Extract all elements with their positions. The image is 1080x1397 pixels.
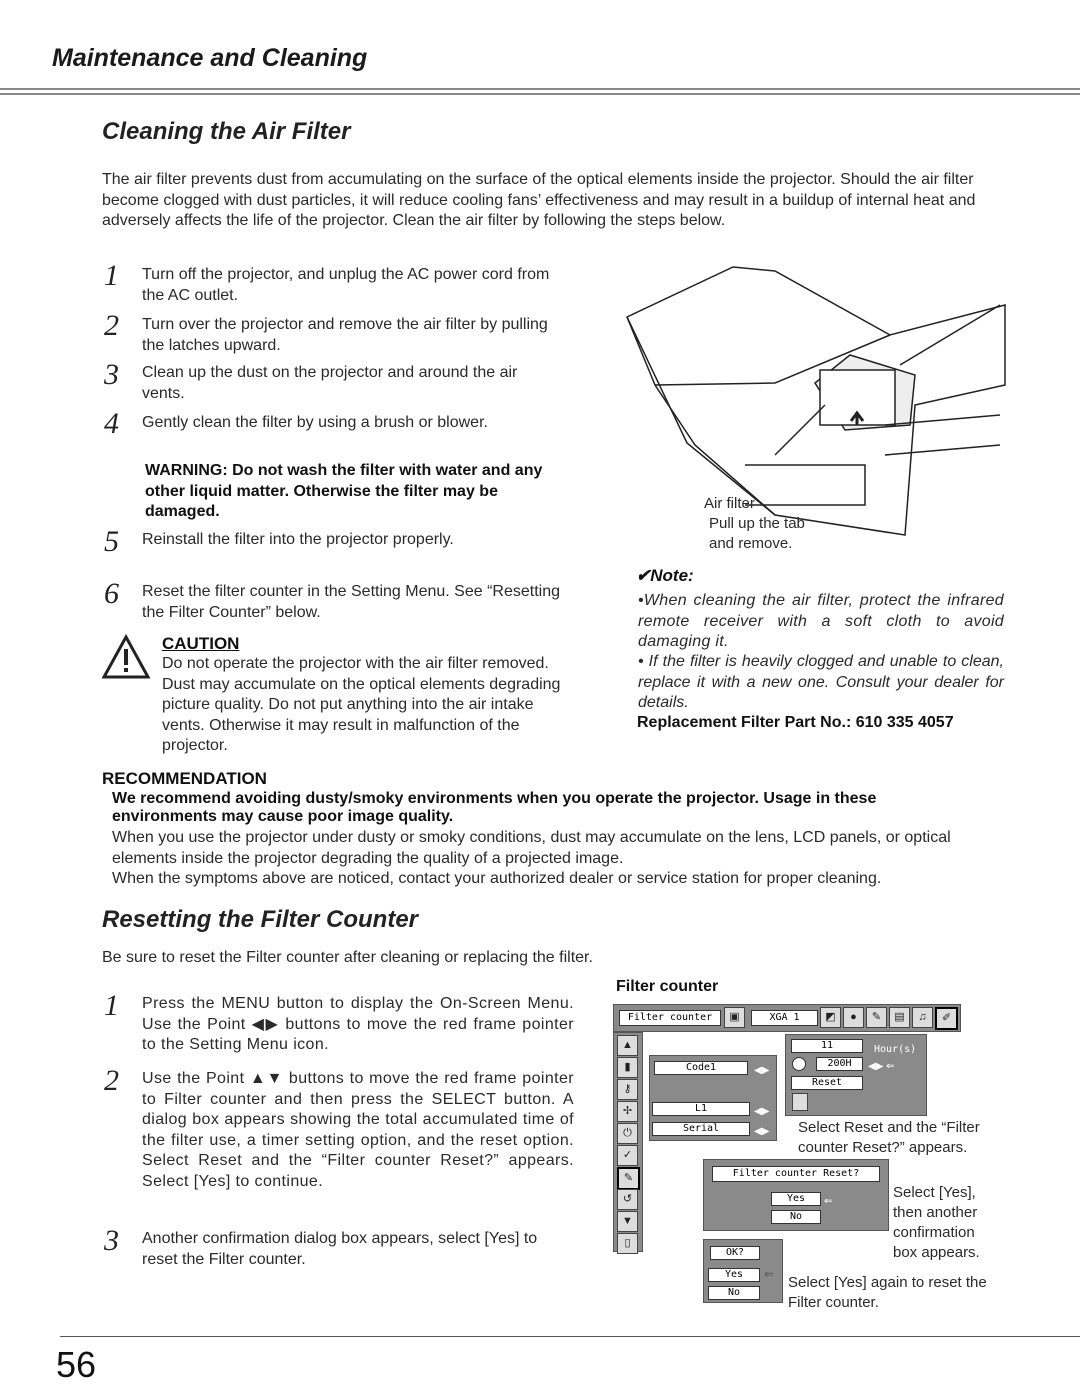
no-button[interactable]: No <box>771 1210 821 1224</box>
up-arrow-icon[interactable]: ▲ <box>617 1035 638 1056</box>
note-title: ✔Note: <box>636 566 694 585</box>
figure-label: and remove. <box>709 535 793 552</box>
warning-text: WARNING: Do not wash the filter with wat… <box>145 462 543 520</box>
step-text: Turn over the projector and remove the a… <box>142 316 548 354</box>
caption: Select Reset and the “Filter counter Res… <box>798 1119 980 1156</box>
menu-sidebar: ▲ ▮ ⚷ ✢ ⏻ ✓ ✎ ↺ ▼ ▯ <box>613 1032 643 1254</box>
step-number: 4 <box>104 407 119 440</box>
step-text: Use the Point ▲▼ buttons to move the red… <box>142 1070 574 1190</box>
remote-code[interactable]: Code1 <box>654 1061 748 1075</box>
step-number: 1 <box>104 259 119 292</box>
step-number: 5 <box>104 525 119 558</box>
pointer-arrow-icon: ⇐ <box>764 1267 775 1281</box>
pc-adjust-icon[interactable]: ◩ <box>820 1007 841 1028</box>
menu-title: Filter counter <box>619 1010 721 1026</box>
remote-icon[interactable]: ▮ <box>617 1057 638 1078</box>
manual-page: Maintenance and Cleaning Cleaning the Ai… <box>0 0 1080 1397</box>
image-icon[interactable]: ✎ <box>866 1007 887 1028</box>
reset-button[interactable]: Reset <box>791 1076 863 1090</box>
security-icon[interactable]: ✓ <box>617 1145 638 1166</box>
hours-used: 11 <box>791 1039 863 1053</box>
timer-setting[interactable]: 200H <box>816 1057 863 1071</box>
caption: Select [Yes] again to reset the Filter c… <box>788 1274 987 1311</box>
step-text: Clean up the dust on the projector and a… <box>142 364 518 402</box>
step-number: 1 <box>104 989 119 1022</box>
caution-title: CAUTION <box>162 634 240 653</box>
timer-icon <box>792 1057 806 1071</box>
heading-resetting-filter-counter: Resetting the Filter Counter <box>102 906 419 933</box>
divider <box>0 93 1080 95</box>
recommendation-bold: We recommend avoiding dusty/smoky enviro… <box>112 790 877 825</box>
projector-illustration <box>626 266 1006 536</box>
caution-text: Do not operate the projector with the ai… <box>162 655 561 754</box>
page-number: 56 <box>56 1344 97 1385</box>
figure-label: Air filter <box>704 495 755 512</box>
heading-cleaning-air-filter: Cleaning the Air Filter <box>102 118 351 145</box>
filter-counter-dialog: 11 Hour(s) 200H ◀▶ ⇐ Reset <box>785 1034 927 1116</box>
sound-icon[interactable]: ♫ <box>912 1007 933 1028</box>
left-right-arrow-icon: ◀▶ <box>754 1106 770 1117</box>
step-text: Reset the filter counter in the Setting … <box>142 583 561 621</box>
factory-default-icon[interactable]: ↺ <box>617 1189 638 1210</box>
confirm-message: Filter counter Reset? <box>712 1166 880 1182</box>
step-number: 3 <box>104 358 119 391</box>
replacement-part-number: Replacement Filter Part No.: 610 335 405… <box>637 714 954 731</box>
footer-divider <box>60 1336 1080 1337</box>
fan-icon[interactable]: ✢ <box>617 1101 638 1122</box>
exit-icon[interactable] <box>792 1093 808 1111</box>
serial-setting[interactable]: Serial <box>652 1122 750 1136</box>
step-number: 3 <box>104 1224 119 1257</box>
section-header: Maintenance and Cleaning <box>52 44 368 72</box>
step-text: Reinstall the filter into the projector … <box>142 531 454 548</box>
caption: Select [Yes], then another confirmation … <box>893 1184 980 1261</box>
screen-icon[interactable]: ▤ <box>889 1007 910 1028</box>
recommendation-text: When you use the projector under dusty o… <box>112 829 951 867</box>
note-text: •When cleaning the air filter, protect t… <box>638 592 1004 650</box>
divider <box>0 88 1080 90</box>
note-text: • If the filter is heavily clogged and u… <box>638 653 1004 711</box>
recommendation-text: When the symptoms above are noticed, con… <box>112 870 882 887</box>
down-arrow-icon[interactable]: ▼ <box>617 1211 638 1232</box>
step-text: Turn off the projector, and unplug the A… <box>142 266 550 304</box>
step-text: Press the MENU button to display the On-… <box>142 995 574 1053</box>
caution-icon <box>102 634 150 679</box>
intro-text: The air filter prevents dust from accumu… <box>102 171 976 229</box>
input-icon[interactable]: ▣ <box>724 1007 745 1028</box>
figure-title: Filter counter <box>616 978 719 995</box>
filter-counter-icon[interactable]: ✎ <box>617 1167 640 1190</box>
pointer-arrow-icon: ⇐ <box>824 1196 833 1207</box>
exit-icon[interactable]: ▯ <box>617 1233 638 1254</box>
yes-button[interactable]: Yes <box>771 1192 821 1206</box>
recommendation-title: RECOMMENDATION <box>102 769 267 788</box>
no-button[interactable]: No <box>708 1286 760 1300</box>
left-right-arrow-icon: ◀▶ <box>754 1126 770 1137</box>
menu-bar: Filter counter ▣ XGA 1 ◩ ● ✎ ▤ ♫ ✐ <box>613 1004 961 1032</box>
figure-label: Pull up the tab <box>709 515 805 532</box>
step-number: 6 <box>104 577 119 610</box>
step-text: Another confirmation dialog box appears,… <box>142 1230 538 1268</box>
reset-confirm-dialog: Filter counter Reset? Yes ⇐ No <box>703 1159 889 1231</box>
step-number: 2 <box>104 1064 119 1097</box>
left-right-arrow-icon: ◀▶ <box>754 1065 770 1076</box>
setting-icon[interactable]: ✐ <box>935 1007 958 1030</box>
key-icon[interactable]: ⚷ <box>617 1079 638 1100</box>
color-icon[interactable]: ● <box>843 1007 864 1028</box>
submenu-panel: Code1 ◀▶ L1 ◀▶ Serial ◀▶ <box>649 1055 777 1141</box>
step-text: Gently clean the filter by using a brush… <box>142 414 488 431</box>
ok-message: OK? <box>710 1246 760 1260</box>
left-right-arrow-icon: ◀▶ ⇐ <box>868 1061 895 1072</box>
step-number: 2 <box>104 309 119 342</box>
power-icon[interactable]: ⏻ <box>617 1123 638 1144</box>
fan-setting[interactable]: L1 <box>652 1102 750 1116</box>
yes-button[interactable]: Yes <box>708 1268 760 1282</box>
reset-intro: Be sure to reset the Filter counter afte… <box>102 949 593 966</box>
input-source: XGA 1 <box>751 1010 818 1026</box>
